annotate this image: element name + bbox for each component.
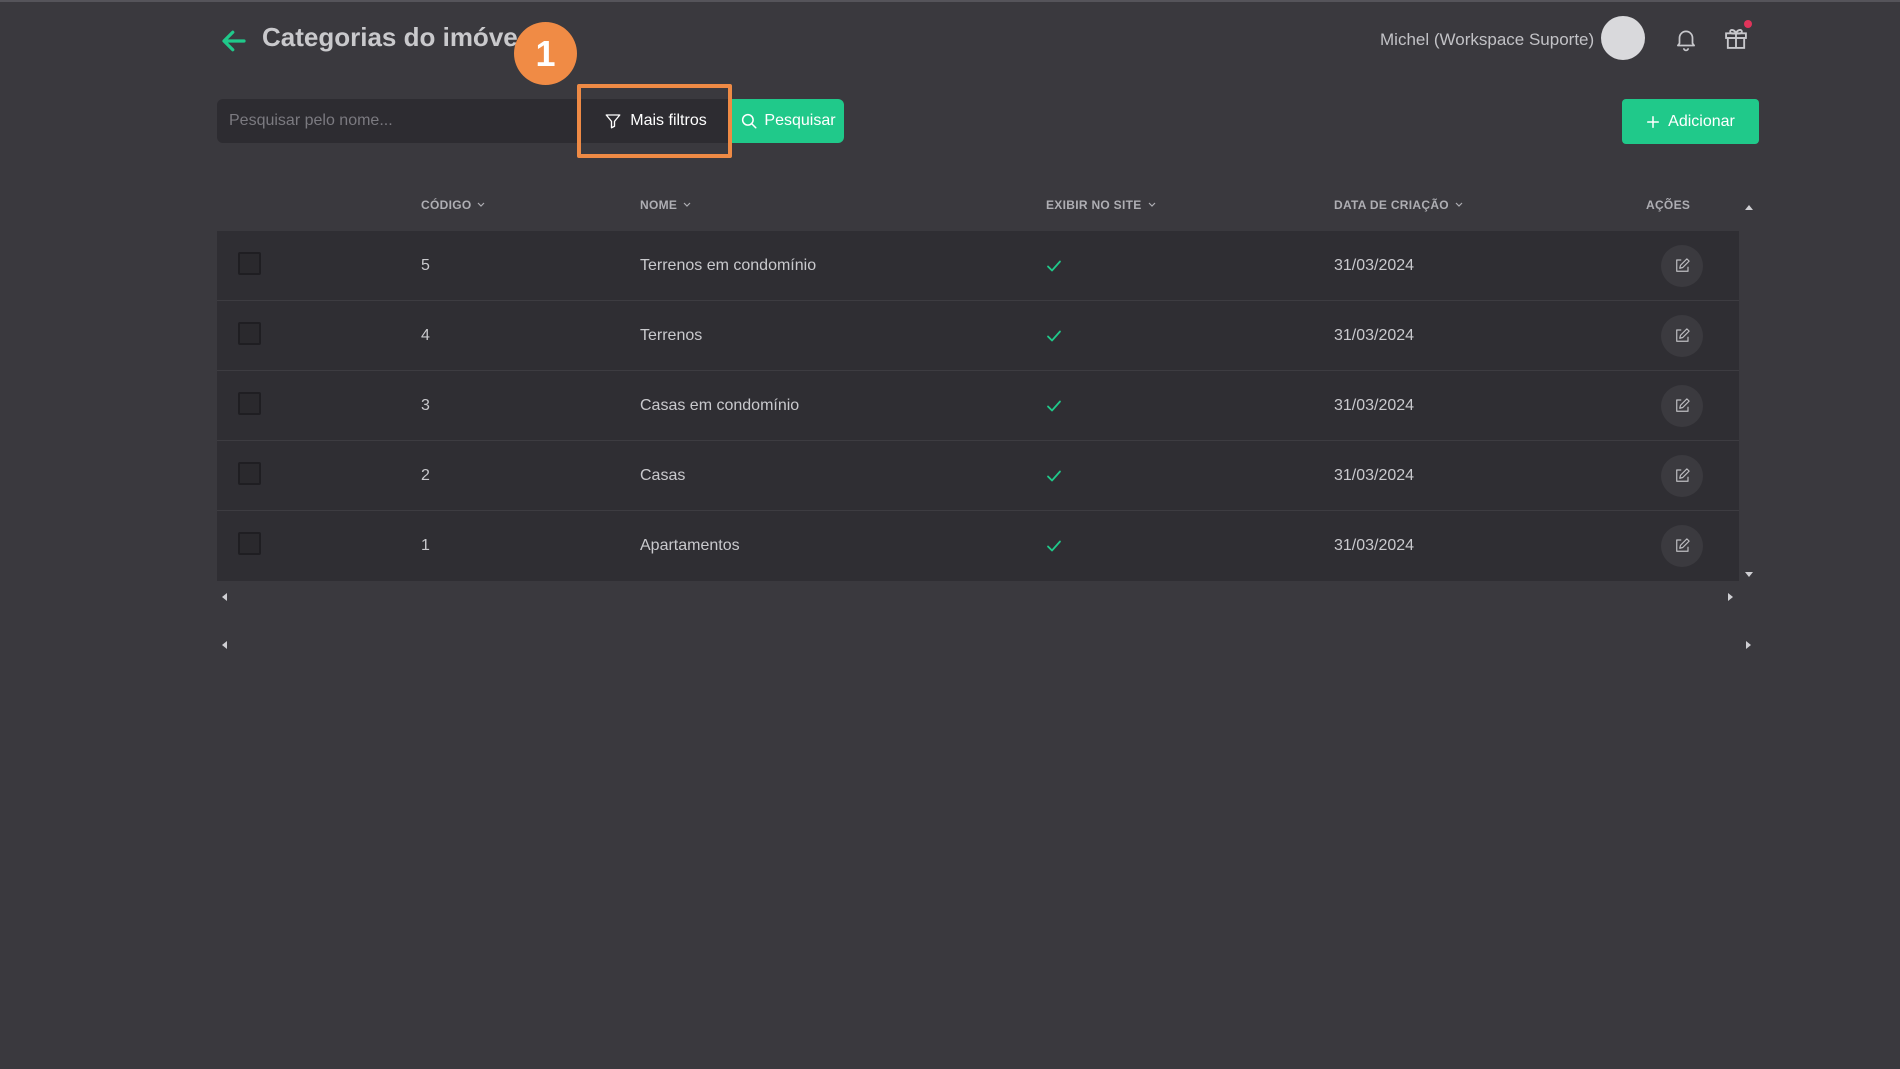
edit-icon bbox=[1676, 468, 1690, 482]
gift-icon[interactable] bbox=[1722, 24, 1750, 52]
cell-created-at: 31/03/2024 bbox=[1334, 467, 1415, 484]
search-label: Pesquisar bbox=[764, 112, 836, 129]
column-header-show-on-site[interactable]: EXIBIR NO SITE bbox=[1046, 198, 1156, 212]
cell-show-on-site bbox=[1046, 301, 1062, 371]
step-badge: 1 bbox=[514, 22, 577, 85]
cell-created-at: 31/03/2024 bbox=[1334, 327, 1415, 344]
cell-name: Casas em condomínio bbox=[640, 397, 800, 414]
table-row: 1 Apartamentos 31/03/2024 bbox=[217, 511, 1739, 581]
check-icon bbox=[1047, 470, 1061, 482]
page-scroll-left-arrow[interactable] bbox=[222, 641, 227, 649]
row-checkbox[interactable] bbox=[238, 252, 261, 275]
edit-button[interactable] bbox=[1661, 525, 1703, 567]
table-row: 3 Casas em condomínio 31/03/2024 bbox=[217, 371, 1739, 441]
row-checkbox[interactable] bbox=[238, 392, 261, 415]
user-name[interactable]: Michel (Workspace Suporte) bbox=[1380, 30, 1594, 50]
cell-show-on-site bbox=[1046, 441, 1062, 511]
arrow-left-icon[interactable] bbox=[219, 26, 249, 56]
funnel-icon bbox=[605, 114, 621, 129]
cell-code: 2 bbox=[421, 467, 430, 484]
edit-icon bbox=[1676, 328, 1690, 342]
column-header-name[interactable]: NOME bbox=[640, 198, 691, 212]
edit-icon bbox=[1676, 398, 1690, 412]
page-title: Categorias do imóve bbox=[262, 22, 518, 52]
avatar[interactable] bbox=[1601, 16, 1645, 60]
edit-button[interactable] bbox=[1661, 315, 1703, 357]
cell-created-at: 31/03/2024 bbox=[1334, 257, 1415, 274]
add-button[interactable]: Adicionar bbox=[1622, 99, 1759, 144]
column-header-actions: AÇÕES bbox=[1646, 198, 1691, 212]
table-row: 2 Casas 31/03/2024 bbox=[217, 441, 1739, 511]
check-icon bbox=[1047, 260, 1061, 272]
row-checkbox[interactable] bbox=[238, 322, 261, 345]
check-icon bbox=[1047, 400, 1061, 412]
edit-icon bbox=[1676, 538, 1690, 552]
cell-created-at: 31/03/2024 bbox=[1334, 397, 1415, 414]
table-row: 5 Terrenos em condomínio 31/03/2024 bbox=[217, 231, 1739, 301]
page-scroll-right-arrow[interactable] bbox=[1746, 641, 1751, 649]
scroll-left-arrow[interactable] bbox=[222, 593, 227, 601]
chevron-down-icon bbox=[478, 202, 485, 207]
chevron-down-icon bbox=[1455, 202, 1463, 207]
table-header: CÓDIGO NOME EXIBIR NO SITE DATA DE CRIAÇ… bbox=[217, 192, 1739, 222]
edit-button[interactable] bbox=[1661, 385, 1703, 427]
row-checkbox[interactable] bbox=[238, 462, 261, 485]
cell-code: 1 bbox=[421, 537, 430, 554]
page: Categorias do imóve Michel (Workspace Su… bbox=[0, 0, 1900, 1069]
cell-show-on-site bbox=[1046, 231, 1062, 301]
scroll-up-arrow[interactable] bbox=[1745, 205, 1753, 210]
row-checkbox[interactable] bbox=[238, 532, 261, 555]
cell-name: Apartamentos bbox=[640, 537, 740, 554]
check-icon bbox=[1047, 540, 1061, 552]
cell-name: Terrenos bbox=[640, 327, 703, 344]
search-button[interactable]: Pesquisar bbox=[732, 99, 844, 143]
chevron-down-icon bbox=[1148, 202, 1155, 207]
cell-code: 3 bbox=[421, 397, 430, 414]
cell-code: 4 bbox=[421, 327, 430, 344]
bell-icon[interactable] bbox=[1673, 26, 1699, 52]
edit-icon bbox=[1676, 258, 1690, 272]
notification-dot bbox=[1744, 20, 1752, 28]
table-row: 4 Terrenos 31/03/2024 bbox=[217, 301, 1739, 371]
plus-icon bbox=[1647, 115, 1660, 128]
more-filters-button[interactable]: Mais filtros bbox=[579, 99, 732, 143]
edit-button[interactable] bbox=[1661, 245, 1703, 287]
cell-name: Terrenos em condomínio bbox=[640, 257, 817, 274]
chevron-down-icon bbox=[683, 202, 691, 207]
add-label: Adicionar bbox=[1668, 112, 1735, 130]
edit-button[interactable] bbox=[1661, 455, 1703, 497]
cell-name: Casas bbox=[640, 467, 686, 484]
magnifier-icon bbox=[742, 113, 757, 129]
cell-code: 5 bbox=[421, 257, 430, 274]
column-header-created-at[interactable]: DATA DE CRIAÇÃO bbox=[1334, 198, 1463, 212]
scroll-right-arrow[interactable] bbox=[1728, 593, 1733, 601]
search-input[interactable] bbox=[217, 99, 579, 143]
cell-show-on-site bbox=[1046, 371, 1062, 441]
check-icon bbox=[1047, 330, 1061, 342]
more-filters-label: Mais filtros bbox=[630, 112, 707, 129]
table-body: 5 Terrenos em condomínio 31/03/2024 4 Te… bbox=[217, 231, 1739, 581]
scroll-down-arrow[interactable] bbox=[1745, 572, 1753, 577]
column-header-code[interactable]: CÓDIGO bbox=[421, 198, 485, 212]
cell-created-at: 31/03/2024 bbox=[1334, 537, 1415, 554]
cell-show-on-site bbox=[1046, 511, 1062, 581]
